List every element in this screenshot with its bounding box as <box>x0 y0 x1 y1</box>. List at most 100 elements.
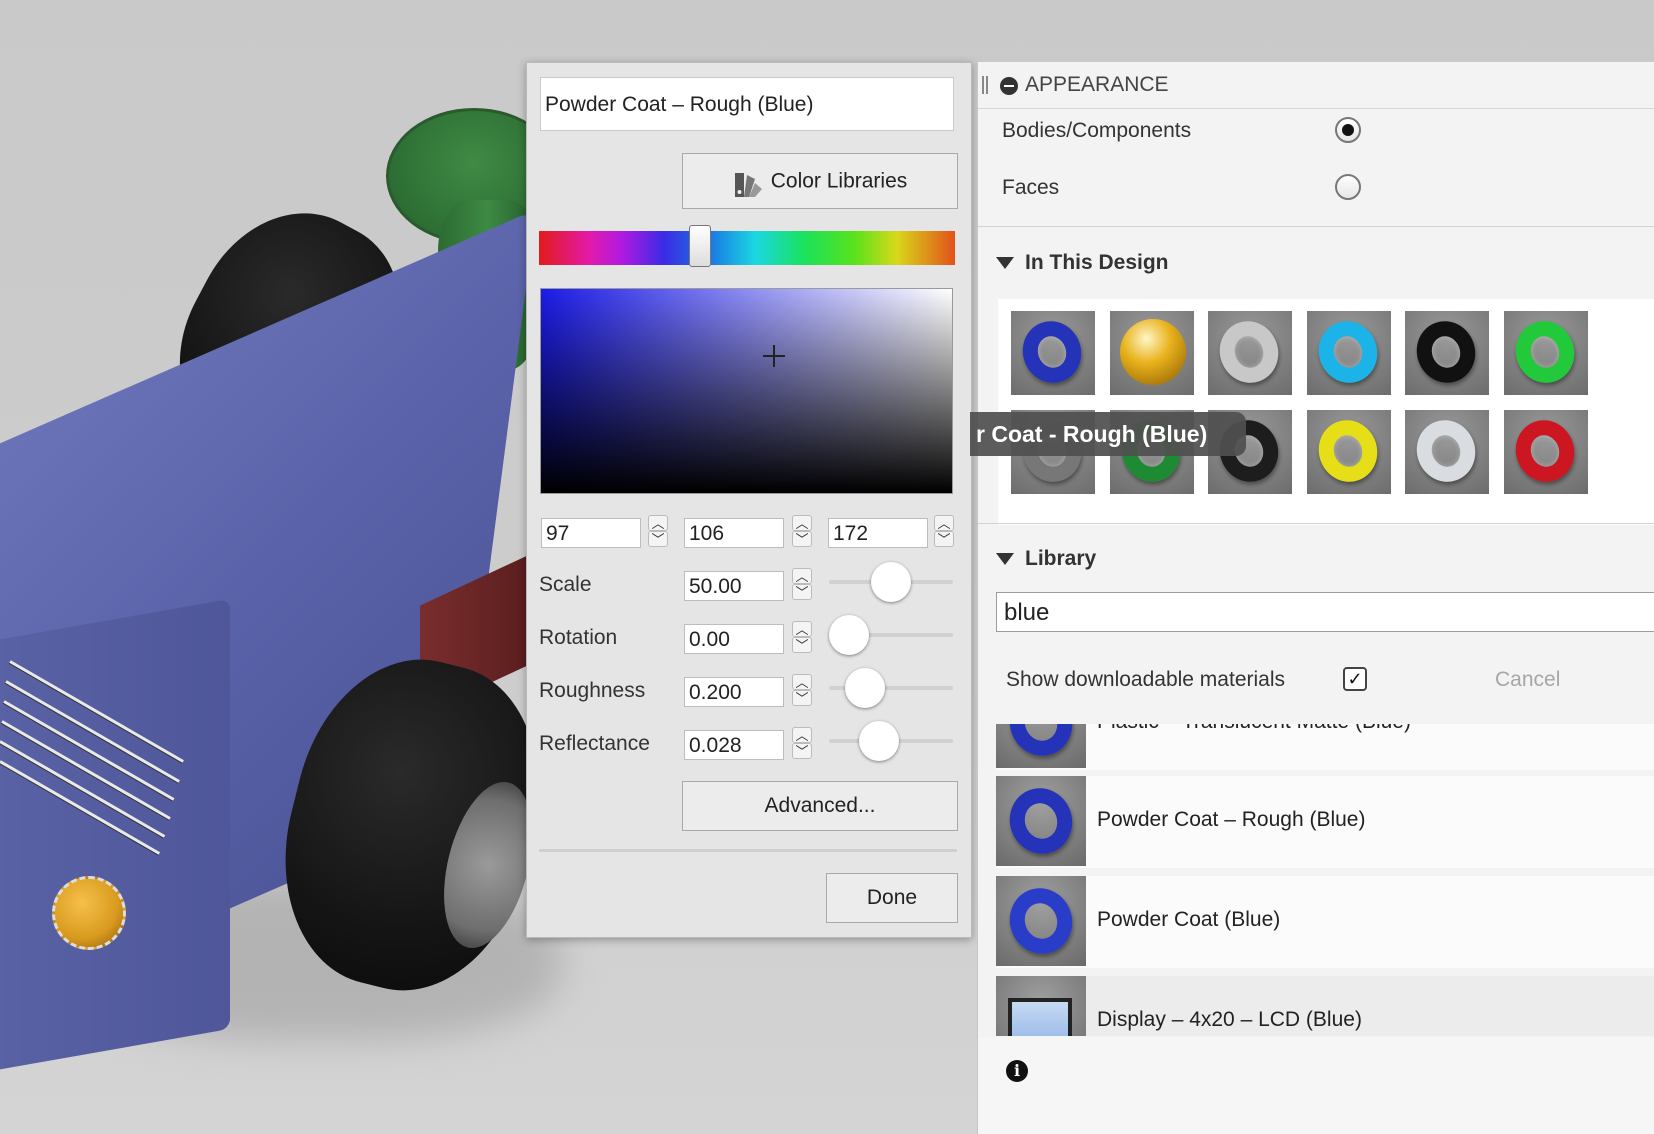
red-value-field[interactable]: 97 <box>541 518 641 548</box>
torus-icon <box>1507 313 1583 391</box>
scale-stepper[interactable]: ︿﹀ <box>792 568 812 602</box>
chevron-down-icon[interactable]: ﹀ <box>648 531 668 547</box>
scale-field[interactable]: 50.00 <box>684 571 784 601</box>
roughness-slider[interactable] <box>829 686 953 690</box>
swatch-black-torus[interactable] <box>1405 311 1489 395</box>
roughness-label: Roughness <box>539 679 645 703</box>
chevron-up-icon[interactable]: ︿ <box>792 674 812 690</box>
library-search-input[interactable]: blue <box>996 592 1654 632</box>
material-thumbnail <box>996 976 1086 1036</box>
roughness-stepper[interactable]: ︿﹀ <box>792 674 812 708</box>
show-downloadable-label: Show downloadable materials <box>1006 668 1285 692</box>
green-value-field[interactable]: 106 <box>684 518 784 548</box>
panel-title: APPEARANCE <box>1025 73 1169 97</box>
red-stepper[interactable]: ︿﹀ <box>648 515 668 549</box>
swatch-red-torus[interactable] <box>1504 410 1588 494</box>
done-button[interactable]: Done <box>826 873 958 923</box>
torus-icon <box>1001 724 1082 765</box>
swatch-chrome-torus[interactable] <box>1208 311 1292 395</box>
chevron-down-icon[interactable]: ﹀ <box>792 531 812 547</box>
color-libraries-button[interactable]: Color Libraries <box>682 153 958 209</box>
chevron-down-icon[interactable]: ﹀ <box>792 690 812 706</box>
display-icon <box>1008 998 1072 1036</box>
torus-icon <box>1001 879 1082 962</box>
swatch-white-torus[interactable] <box>1405 410 1489 494</box>
rotation-stepper[interactable]: ︿﹀ <box>792 621 812 655</box>
cancel-button[interactable]: Cancel <box>1495 668 1560 692</box>
chevron-down-icon[interactable]: ﹀ <box>792 743 812 759</box>
saturation-value-picker[interactable] <box>540 288 953 494</box>
crosshair-icon[interactable] <box>763 345 785 367</box>
material-editor-dialog: Powder Coat – Rough (Blue) Color Librari… <box>526 62 972 938</box>
library-item[interactable]: Plastic – Translucent Matte (Blue) <box>996 724 1654 770</box>
reflectance-slider[interactable] <box>829 739 953 743</box>
reflectance-stepper[interactable]: ︿﹀ <box>792 727 812 761</box>
rotation-label: Rotation <box>539 626 617 650</box>
material-name-field[interactable]: Powder Coat – Rough (Blue) <box>540 77 954 131</box>
blue-value-field[interactable]: 172 <box>828 518 928 548</box>
chevron-down-icon[interactable]: ﹀ <box>792 637 812 653</box>
triangle-down-icon[interactable] <box>996 257 1014 269</box>
reflectance-label: Reflectance <box>539 732 650 756</box>
blue-stepper[interactable]: ︿﹀ <box>934 515 954 549</box>
headlight <box>52 876 126 950</box>
library-item-name: Powder Coat – Rough (Blue) <box>1097 808 1365 832</box>
library-title[interactable]: Library <box>1025 547 1096 571</box>
library-item[interactable]: Powder Coat (Blue) <box>996 876 1654 968</box>
chevron-up-icon[interactable]: ︿ <box>648 515 668 531</box>
rotation-slider[interactable] <box>829 633 953 637</box>
torus-icon <box>1001 779 1082 862</box>
panel-header: APPEARANCE <box>978 62 1654 109</box>
material-thumbnail <box>996 724 1086 768</box>
triangle-down-icon[interactable] <box>996 553 1014 565</box>
color-swatch-book-icon <box>733 166 763 196</box>
drag-grip-icon[interactable] <box>982 76 988 94</box>
color-libraries-label: Color Libraries <box>771 169 908 192</box>
swatch-cyan-torus[interactable] <box>1307 311 1391 395</box>
torus-icon <box>1408 313 1484 391</box>
reflectance-slider-handle[interactable] <box>859 721 899 761</box>
sphere-icon <box>1120 319 1186 385</box>
swatch-yellow-torus[interactable] <box>1307 410 1391 494</box>
rotation-field[interactable]: 0.00 <box>684 624 784 654</box>
torus-icon <box>1310 412 1386 490</box>
divider <box>978 523 1654 524</box>
status-strip <box>978 1037 1654 1134</box>
chevron-up-icon[interactable]: ︿ <box>792 515 812 531</box>
reflectance-field[interactable]: 0.028 <box>684 730 784 760</box>
car-front <box>0 599 230 1071</box>
swatch-green-torus[interactable] <box>1504 311 1588 395</box>
library-item[interactable]: Powder Coat – Rough (Blue) <box>996 776 1654 868</box>
collapse-icon[interactable] <box>1000 77 1018 95</box>
library-list: Plastic – Translucent Matte (Blue) Powder… <box>978 724 1654 1036</box>
advanced-button[interactable]: Advanced... <box>682 781 958 831</box>
material-thumbnail <box>996 876 1086 966</box>
swatch-yellow-sphere[interactable] <box>1110 311 1194 395</box>
chevron-down-icon[interactable]: ﹀ <box>792 584 812 600</box>
scale-slider-handle[interactable] <box>871 562 911 602</box>
library-item-name: Powder Coat (Blue) <box>1097 908 1280 932</box>
material-tooltip: r Coat - Rough (Blue) <box>970 412 1246 456</box>
swatch-blue-torus[interactable] <box>1011 311 1095 395</box>
divider <box>539 849 957 852</box>
torus-icon <box>1507 412 1583 490</box>
bodies-components-radio[interactable] <box>1335 117 1361 143</box>
chevron-up-icon[interactable]: ︿ <box>792 568 812 584</box>
roughness-slider-handle[interactable] <box>845 668 885 708</box>
rotation-slider-handle[interactable] <box>829 615 869 655</box>
show-downloadable-checkbox[interactable]: ✓ <box>1343 667 1367 691</box>
faces-radio[interactable] <box>1335 174 1361 200</box>
info-icon[interactable]: i <box>1006 1060 1028 1082</box>
scale-slider[interactable] <box>829 580 953 584</box>
hue-slider-handle[interactable] <box>689 225 711 267</box>
chevron-up-icon[interactable]: ︿ <box>934 515 954 531</box>
library-item[interactable]: Display – 4x20 – LCD (Blue) <box>996 976 1654 1036</box>
divider <box>978 226 1654 227</box>
hue-slider[interactable] <box>539 231 955 265</box>
in-this-design-title[interactable]: In This Design <box>1025 251 1169 275</box>
chevron-up-icon[interactable]: ︿ <box>792 621 812 637</box>
roughness-field[interactable]: 0.200 <box>684 677 784 707</box>
chevron-down-icon[interactable]: ﹀ <box>934 531 954 547</box>
green-stepper[interactable]: ︿﹀ <box>792 515 812 549</box>
chevron-up-icon[interactable]: ︿ <box>792 727 812 743</box>
